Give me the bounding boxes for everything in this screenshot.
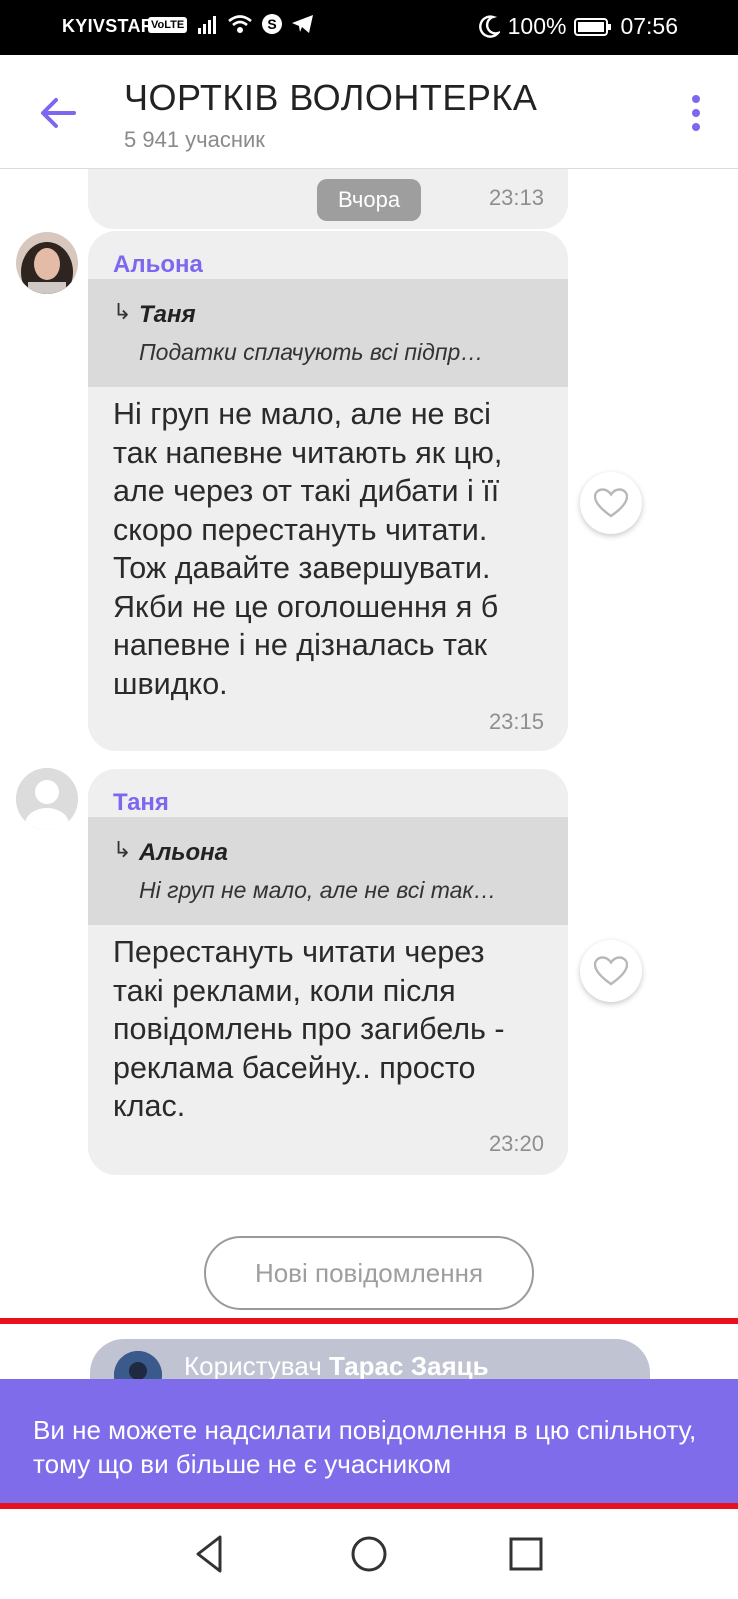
message-bubble[interactable]: Альона ↳ Таня Податки сплачують всі підп… [88,231,568,751]
new-messages-button[interactable]: Нові повідомлення [204,1236,534,1310]
clock: 07:56 [620,13,678,39]
avatar-photo-icon [16,232,78,294]
reply-snippet: Ні груп не мало, але не всі так… [139,877,497,903]
carrier-name: KYIVSTAR [62,16,155,36]
system-message-prefix: Користувач [184,1351,322,1379]
like-button[interactable] [580,940,642,1002]
svg-text:S: S [267,16,276,32]
reply-author: Таня [139,301,196,328]
message-text: Ні груп не мало, але не всі так напевне … [113,395,553,703]
sender-avatar[interactable] [16,232,78,294]
message-line: скоро перестануть читати. [113,512,488,547]
system-message-text: Користувач Тарас Заяць [184,1351,489,1379]
message-time: 23:20 [488,1131,544,1156]
status-right: 100% 07:56 [478,13,678,40]
skype-icon: S [262,14,282,34]
previous-message-bubble[interactable]: Вчора 23:13 [88,169,568,229]
message-line: напевне і не дізналась так [113,628,487,662]
moon-icon [478,14,500,38]
message-bubble[interactable]: Таня ↳ Альона Ні груп не мало, але не вс… [88,769,568,1175]
highlight-line [0,1318,738,1324]
battery-percent: 100% [507,13,567,39]
banner-text: Ви не можете надсилати повідомлення в цю… [33,1415,697,1479]
message-time: 23:15 [488,709,544,734]
wifi-icon [228,15,252,33]
sender-name[interactable]: Альона [113,251,203,279]
message-line: повідомлень про загибель - [113,1012,505,1046]
sender-name[interactable]: Таня [113,789,169,817]
message-line: Якби не це оголошення я б [113,589,499,624]
volte-badge: VoLTE [148,17,188,33]
reply-author: Альона [139,839,229,866]
status-icons: S [197,13,315,35]
back-arrow-icon[interactable] [36,91,80,135]
signal-icon [198,16,216,34]
date-separator: Вчора [317,179,421,221]
not-member-banner: Ви не можете надсилати повідомлення в цю… [0,1379,738,1509]
avatar-photo-icon [114,1351,162,1379]
message-list[interactable]: Вчора 23:13 Альона ↳ Таня Податки сплачу… [0,169,738,1379]
recents-square-icon[interactable] [503,1531,549,1577]
message-line: такі реклами, коли після [113,973,456,1008]
back-triangle-icon[interactable] [188,1531,234,1577]
message-line: так напевне читають як цю, [113,435,503,470]
reply-snippet: Податки сплачують всі підпр… [139,339,484,365]
message-line: Перестануть читати через [113,935,485,969]
chat-title[interactable]: ЧОРТКІВ ВОЛОНТЕРКА [124,77,537,119]
home-circle-icon[interactable] [346,1531,392,1577]
heart-icon [594,488,628,518]
sender-avatar[interactable] [16,768,78,830]
system-navigation-bar [0,1509,738,1599]
system-message: Користувач Тарас Заяць [90,1339,650,1379]
reply-arrow-icon: ↳ [113,299,132,324]
message-line: але через от такі дибати і її [113,474,500,508]
more-options-icon[interactable] [686,93,706,133]
status-bar: KYIVSTAR VoLTE S 100% 07:56 [0,0,738,55]
message-time: 23:13 [488,185,544,210]
heart-icon [594,956,628,986]
like-button[interactable] [580,472,642,534]
system-message-user[interactable]: Тарас Заяць [329,1351,489,1379]
message-line: Тож давайте завершувати. [113,551,491,585]
battery-icon [574,17,612,36]
default-avatar-icon [16,768,78,830]
reply-arrow-icon: ↳ [113,837,132,862]
user-avatar [114,1351,162,1379]
chat-header: ЧОРТКІВ ВОЛОНТЕРКА 5 941 учасник [0,55,738,169]
message-line: реклама басейну.. просто [113,1050,476,1085]
member-count: 5 941 учасник [124,127,265,152]
message-line: Ні груп не мало, але не всі [113,397,491,431]
message-line: швидко. [113,666,228,701]
reply-quote[interactable]: ↳ Таня Податки сплачують всі підпр… [88,279,568,387]
telegram-icon [292,15,313,33]
message-text: Перестануть читати через такі реклами, к… [113,933,553,1126]
reply-quote[interactable]: ↳ Альона Ні груп не мало, але не всі так… [88,817,568,925]
message-line: клас. [113,1089,186,1123]
